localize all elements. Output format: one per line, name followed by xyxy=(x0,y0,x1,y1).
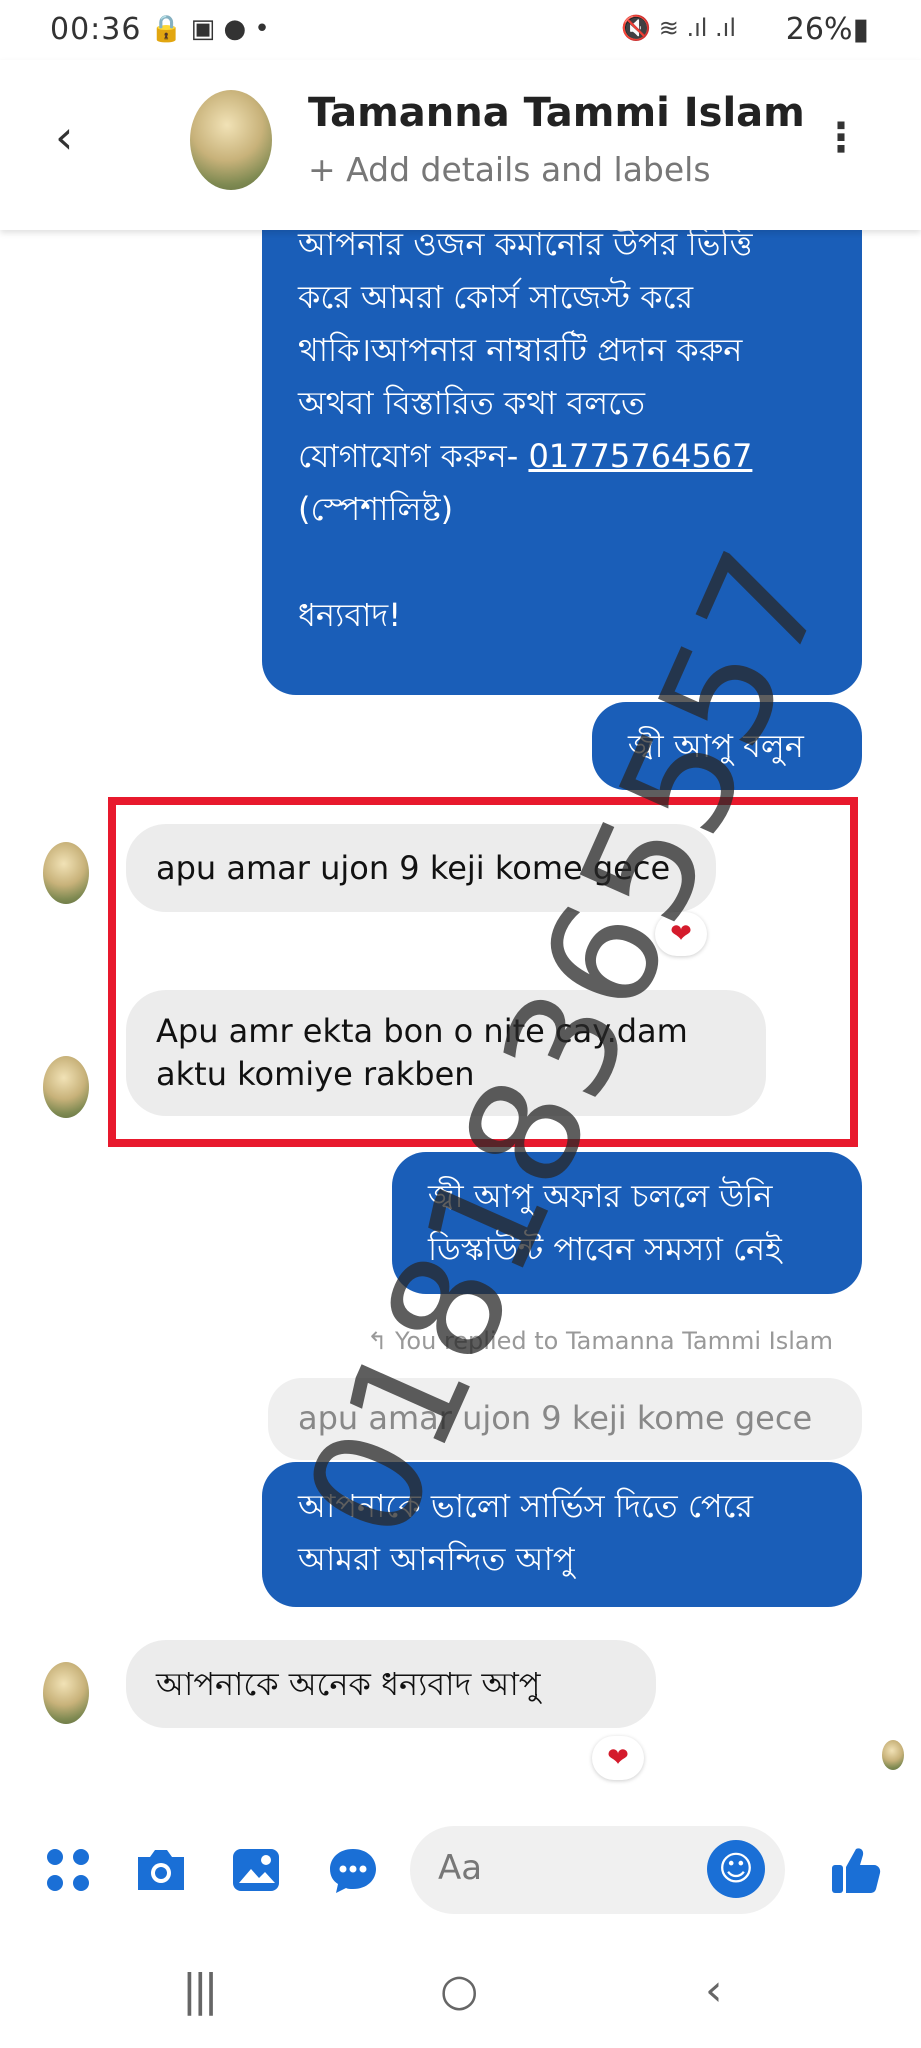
sender-avatar[interactable] xyxy=(43,1056,89,1118)
emoji-icon[interactable]: ☺ xyxy=(707,1840,765,1898)
home-button[interactable]: ○ xyxy=(440,1965,478,2016)
message-line: (স্পেশালিষ্ট) xyxy=(298,490,454,528)
message-line: যোগাযোগ করুন- 01775764567 xyxy=(298,437,753,475)
message-composer: Aa ☺ xyxy=(0,1820,921,1930)
back-arrow-icon[interactable]: ‹ xyxy=(55,110,73,164)
sender-avatar[interactable] xyxy=(43,842,89,904)
like-thumb-icon[interactable] xyxy=(828,1842,884,1898)
heart-reaction-icon[interactable]: ❤ xyxy=(592,1736,644,1780)
incoming-message[interactable]: আপনাকে অনেক ধন্যবাদ আপু xyxy=(126,1640,656,1728)
system-navigation-bar: ||| ○ ‹ xyxy=(0,1935,921,2048)
chat-header: ‹ Tamanna Tammi Islam + Add details and … xyxy=(0,60,921,230)
seen-avatar xyxy=(882,1740,904,1770)
recent-apps-button[interactable]: ||| xyxy=(182,1965,219,2016)
status-bar: 00:36 🔒 ▣ ● • 🔇 ≋ .ıl .ıl 26%▮ xyxy=(0,0,921,60)
menu-grid-icon[interactable] xyxy=(40,1842,96,1898)
back-button[interactable]: ‹ xyxy=(705,1965,723,2016)
message-line: অথবা বিস্তারিত কথা বলতে xyxy=(298,384,645,422)
contact-avatar[interactable] xyxy=(190,90,272,190)
sender-avatar[interactable] xyxy=(43,1662,89,1724)
more-options-icon[interactable]: ⋮ xyxy=(821,115,861,161)
status-notification-icons: 🔒 ▣ ● • xyxy=(150,14,270,44)
message-input[interactable]: Aa ☺ xyxy=(410,1826,785,1914)
message-line: থাকি।আপনার নাম্বারটি প্রদান করুন xyxy=(298,331,743,369)
contact-name[interactable]: Tamanna Tammi Islam xyxy=(308,90,805,136)
camera-icon[interactable] xyxy=(133,1842,189,1898)
add-details-link[interactable]: + Add details and labels xyxy=(308,150,711,189)
message-line: করে আমরা কোর্স সাজেস্ট করে xyxy=(298,278,694,316)
gallery-icon[interactable] xyxy=(228,1842,284,1898)
message-input-placeholder: Aa xyxy=(438,1848,483,1888)
phone-number-link[interactable]: 01775764567 xyxy=(528,437,752,475)
battery-level: 26%▮ xyxy=(785,12,869,47)
signal-icons: 🔇 ≋ .ıl .ıl xyxy=(621,14,736,42)
status-time: 00:36 xyxy=(50,12,142,47)
chat-bubble-icon[interactable] xyxy=(325,1842,381,1898)
